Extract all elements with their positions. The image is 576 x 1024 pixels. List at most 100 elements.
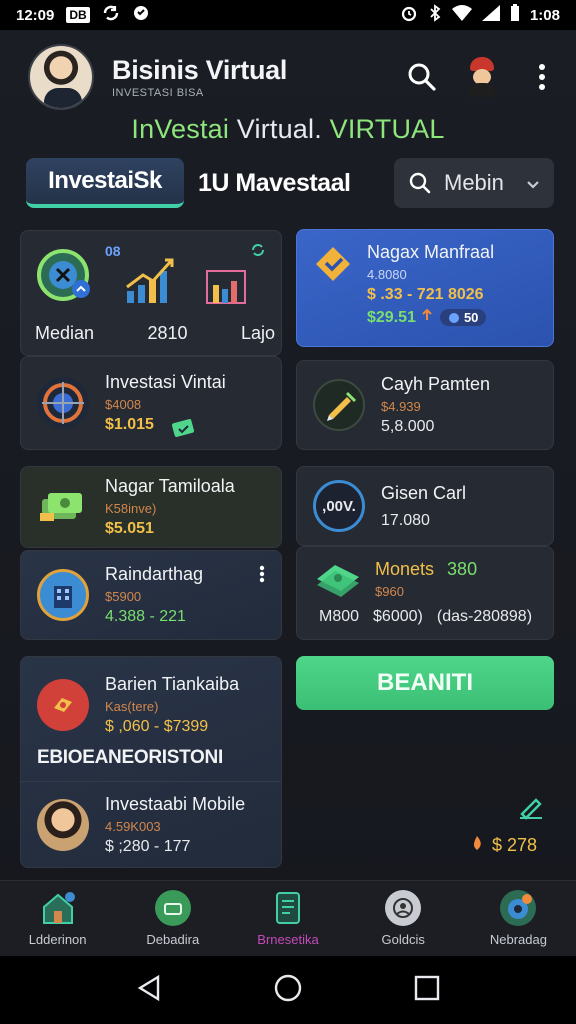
monets-text: Monets 380 $960 <box>375 559 477 599</box>
featured-sub: 4.8080 <box>367 267 407 282</box>
more-options-icon[interactable] <box>526 61 558 93</box>
nav-label-home: Ldderinon <box>28 932 87 947</box>
back-icon[interactable] <box>136 974 162 1007</box>
profile-character-icon[interactable] <box>464 57 500 97</box>
nav-item-briefcase[interactable]: Debadira <box>115 881 230 956</box>
investaabi-mobile-row[interactable]: Investaabi Mobile 4.59K003 $ ;280 - 177 <box>21 785 281 865</box>
pen-icon <box>313 379 365 431</box>
stats-corner-value: 08 <box>105 243 121 259</box>
status-time-right: 1:08 <box>529 6 560 24</box>
stat-label-1: Median <box>35 323 95 343</box>
gisen-carl-title: Gisen Carl <box>381 482 467 503</box>
cash-pamten-title: Cayh Pamten <box>381 374 491 394</box>
featured-pill[interactable]: 50 <box>439 309 487 326</box>
raindarthag-card[interactable]: Raindarthag $5900 4.388 - 221 <box>20 550 282 640</box>
barien-title: Barien Tiankaiba <box>105 674 240 694</box>
filter-dropdown[interactable]: Mebin <box>394 158 554 208</box>
cta-button[interactable]: BEANITI <box>296 656 554 710</box>
cash-pamten-card[interactable]: Cayh Pamten $4.939 5,8.000 <box>296 360 554 450</box>
monets-header: Monets 380 $960 <box>297 547 553 604</box>
nav-item-document[interactable]: Brnesetika <box>230 881 345 956</box>
featured-pill-value: 50 <box>463 310 479 325</box>
nav-item-person[interactable]: Goldcis <box>346 881 461 956</box>
refresh-icon[interactable] <box>251 243 265 261</box>
raindarthag-text: Raindarthag $5900 4.388 - 221 <box>105 564 203 626</box>
monets-title-row: Monets 380 <box>375 559 477 580</box>
barien-row[interactable]: Barien Tiankaiba Kas(tere) $ ,060 - $739… <box>21 665 281 745</box>
more-vertical-icon[interactable] <box>259 565 265 588</box>
recents-icon[interactable] <box>414 975 440 1006</box>
investasi-vintai-text: Investasi Vintai $4008 $1.015 <box>105 372 226 434</box>
gauge-icon: ,00V. <box>313 480 365 532</box>
building-icon <box>37 569 89 621</box>
gold-badge-icon <box>313 244 353 284</box>
edit-icon[interactable] <box>518 794 544 825</box>
location-pin-icon <box>37 679 89 731</box>
stats-overview-card[interactable]: 08 Median 2810 Lajo <box>20 230 282 356</box>
globe-icon <box>500 890 537 926</box>
target-icon <box>37 377 89 429</box>
status-time-left: 12:09 <box>16 6 55 24</box>
nav-label-person: Goldcis <box>381 932 425 947</box>
cash-pamten-text: Cayh Pamten $4.939 5,8.000 <box>381 374 490 436</box>
raindarthag-value: 4.388 - 221 <box>105 608 186 625</box>
monets-card[interactable]: Monets 380 $960 M800 $6000) (das-280898) <box>296 546 554 640</box>
featured-value: $ .33 - 721 8026 <box>367 286 484 303</box>
coin-icon <box>448 312 459 323</box>
app-title: Bisinis Virtual <box>112 55 288 85</box>
home-circle-icon[interactable] <box>273 973 303 1008</box>
monets-title-value: 380 <box>447 559 478 579</box>
title-block: Bisinis Virtual INVESTASI BISA <box>112 55 287 99</box>
document-icon <box>270 890 306 926</box>
target-growth-icon <box>35 245 95 310</box>
featured-investment-card[interactable]: Nagax Manfraal 4.8080 $ .33 - 721 8026 $… <box>296 229 554 347</box>
monets-row-mid: $6000) <box>373 608 423 625</box>
section-divider <box>21 781 281 782</box>
investaabi-mobile-title: Investaabi Mobile <box>105 794 246 814</box>
search-icon[interactable] <box>406 61 438 93</box>
app-header: Bisinis Virtual INVESTASI BISA <box>28 42 558 112</box>
home-icon <box>40 890 76 926</box>
featured-title: Nagax Manfraal <box>367 242 495 262</box>
investaabi-mobile-sub: 4.59K003 <box>105 819 161 834</box>
investasi-vintai-title: Investasi Vintai <box>105 372 226 392</box>
wifi-icon <box>451 5 472 25</box>
money-bills-icon <box>313 559 363 604</box>
bluetooth-icon <box>428 4 442 26</box>
briefcase-icon <box>154 890 191 926</box>
banner-right: VIRTUAL <box>329 114 445 144</box>
banner-left: InVestai <box>131 114 230 144</box>
cash-pamten-value: 5,8.000 <box>381 418 435 435</box>
avatar[interactable] <box>28 44 94 110</box>
nav-label-globe: Nebradag <box>489 932 547 947</box>
tab-mavestaal[interactable]: 1U Mavestaal <box>198 169 351 198</box>
chevron-down-icon <box>526 170 540 196</box>
money-stack-icon <box>37 487 89 527</box>
nav-label-briefcase: Debadira <box>146 932 200 947</box>
tab-investaisk[interactable]: InvestaiSk <box>26 158 184 208</box>
nagar-tamiloala-card[interactable]: Nagar Tamiloala K58inve) $5.051 <box>20 466 282 548</box>
header-actions <box>406 57 558 97</box>
investaabi-mobile-value: $ ;280 - 177 <box>105 838 191 855</box>
gisen-carl-card[interactable]: ,00V. Gisen Carl 17.080 <box>296 466 554 546</box>
search-icon <box>409 172 431 194</box>
bar-chart-icon <box>125 257 175 310</box>
banner-mid: Virtual. <box>236 114 322 144</box>
featured-value-2: $29.51 <box>367 308 416 326</box>
investasi-vintai-value: $1.015 <box>105 416 154 433</box>
signal-icon <box>481 5 500 25</box>
gauge-label: ,00V. <box>322 497 356 515</box>
nav-item-globe[interactable]: Nebradag <box>461 881 576 956</box>
barien-sub: Kas(tere) <box>105 699 159 714</box>
stat-label-3: Lajo <box>240 323 275 343</box>
monets-title: Monets <box>375 559 435 579</box>
bottom-left-card-group: Barien Tiankaiba Kas(tere) $ ,060 - $739… <box>20 656 282 868</box>
filter-label: Mebin <box>444 170 504 195</box>
nav-item-home[interactable]: Ldderinon <box>0 881 115 956</box>
investasi-vintai-card[interactable]: Investasi Vintai $4008 $1.015 <box>20 356 282 450</box>
barien-text: Barien Tiankaiba Kas(tere) $ ,060 - $739… <box>105 674 239 736</box>
monets-row: M800 $6000) (das-280898) <box>297 604 553 626</box>
raindarthag-title: Raindarthag <box>105 564 204 584</box>
section-label: EBIOEANEORISTONI <box>37 747 223 768</box>
bottom-nav: Ldderinon Debadira Brnesetika Goldcis Ne… <box>0 880 576 956</box>
